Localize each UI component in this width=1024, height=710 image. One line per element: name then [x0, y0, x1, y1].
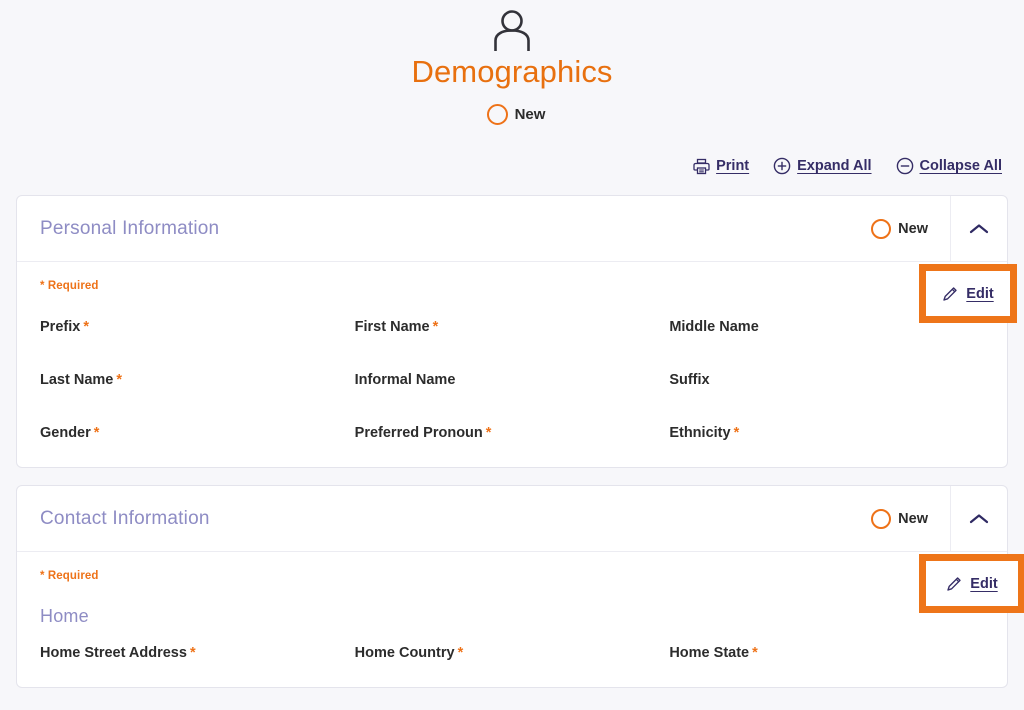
required-asterisk: * — [752, 645, 758, 661]
required-row: * Required — [40, 570, 984, 590]
section-header-main: Contact Information New — [17, 486, 950, 551]
chevron-up-icon — [969, 223, 989, 233]
required-asterisk: * — [116, 372, 122, 388]
section-header: Contact Information New — [17, 486, 1007, 552]
pencil-icon — [943, 287, 957, 301]
edit-label: Edit — [970, 575, 998, 592]
section-status-label: New — [898, 510, 928, 527]
edit-button[interactable]: Edit — [942, 285, 994, 302]
required-note: * Required — [40, 280, 99, 292]
section-status-badge: New — [871, 508, 928, 529]
required-row: * Required — [40, 280, 984, 300]
pencil-icon — [947, 577, 961, 591]
edit-label: Edit — [966, 285, 994, 302]
required-asterisk: * — [432, 319, 439, 335]
section-header: Personal Information New — [17, 196, 1007, 262]
field-label-first-name: First Name * — [354, 319, 439, 335]
required-asterisk: * — [457, 645, 464, 661]
edit-highlight-box: Edit — [919, 264, 1017, 323]
field-label-home-state: Home State * — [669, 645, 758, 661]
section-header-main: Personal Information New — [17, 196, 950, 261]
print-button[interactable]: Print — [693, 158, 749, 175]
field-grid: Home Street Address * Home Country * Home … — [40, 645, 984, 661]
page-status-badge: New — [0, 104, 1024, 125]
section-card-contact-information: Contact Information New * Required Edit … — [16, 485, 1024, 688]
expand-all-label: Expand All — [797, 158, 872, 174]
page-status-label: New — [514, 106, 546, 123]
field-grid: Prefix * First Name * Middle Name Last Nam… — [40, 319, 984, 441]
field-label-ethnicity: Ethnicity * — [669, 425, 740, 441]
printer-icon — [693, 158, 710, 174]
status-circle-icon — [871, 508, 892, 529]
required-asterisk: * — [733, 425, 740, 441]
required-asterisk: * — [485, 425, 492, 441]
field-label-informal-name: Informal Name — [354, 372, 456, 388]
field-label-last-name: Last Name * — [40, 372, 122, 388]
field-label-gender: Gender * — [40, 425, 100, 441]
minus-circle-icon — [896, 157, 913, 175]
chevron-up-icon — [969, 513, 989, 523]
field-label-suffix: Suffix — [669, 372, 710, 388]
status-circle-icon — [871, 218, 892, 239]
plus-circle-icon — [773, 157, 791, 175]
collapse-all-button[interactable]: Collapse All — [896, 157, 1002, 175]
required-asterisk: * — [83, 319, 89, 335]
section-title: Contact Information — [40, 507, 210, 529]
section-body: * Required Edit Prefix * First Name * Midd… — [17, 262, 1017, 467]
collapse-all-label: Collapse All — [919, 158, 1002, 174]
field-label-prefix: Prefix * — [40, 319, 89, 335]
sections-container: Personal Information New * Required Edit… — [0, 179, 1024, 688]
field-label-preferred-pronoun: Preferred Pronoun * — [354, 425, 492, 441]
page-header: Demographics New — [0, 0, 1024, 125]
section-status-label: New — [898, 220, 928, 237]
person-icon — [494, 10, 530, 51]
required-asterisk: * — [189, 645, 196, 661]
section-body: * Required Edit Home Home Street Address… — [17, 552, 1024, 687]
section-card-personal-information: Personal Information New * Required Edit… — [16, 195, 1017, 468]
section-collapse-toggle[interactable] — [950, 486, 1007, 551]
page-title: Demographics — [411, 54, 613, 89]
field-label-home-country: Home Country * — [354, 645, 464, 661]
required-note: * Required — [40, 570, 99, 582]
edit-button[interactable]: Edit — [946, 575, 998, 592]
field-label-home-street-address: Home Street Address * — [40, 645, 196, 661]
required-asterisk: * — [93, 425, 100, 441]
document-toolbar: Print Expand All Collapse All — [0, 153, 1024, 179]
print-label: Print — [716, 158, 750, 174]
section-collapse-toggle[interactable] — [950, 196, 1007, 261]
edit-highlight-box: Edit — [919, 554, 1024, 613]
section-title: Personal Information — [40, 217, 220, 239]
section-status-badge: New — [871, 218, 928, 239]
expand-all-button[interactable]: Expand All — [773, 157, 872, 175]
sub-heading-home: Home — [40, 606, 89, 626]
status-circle-icon — [486, 104, 508, 125]
